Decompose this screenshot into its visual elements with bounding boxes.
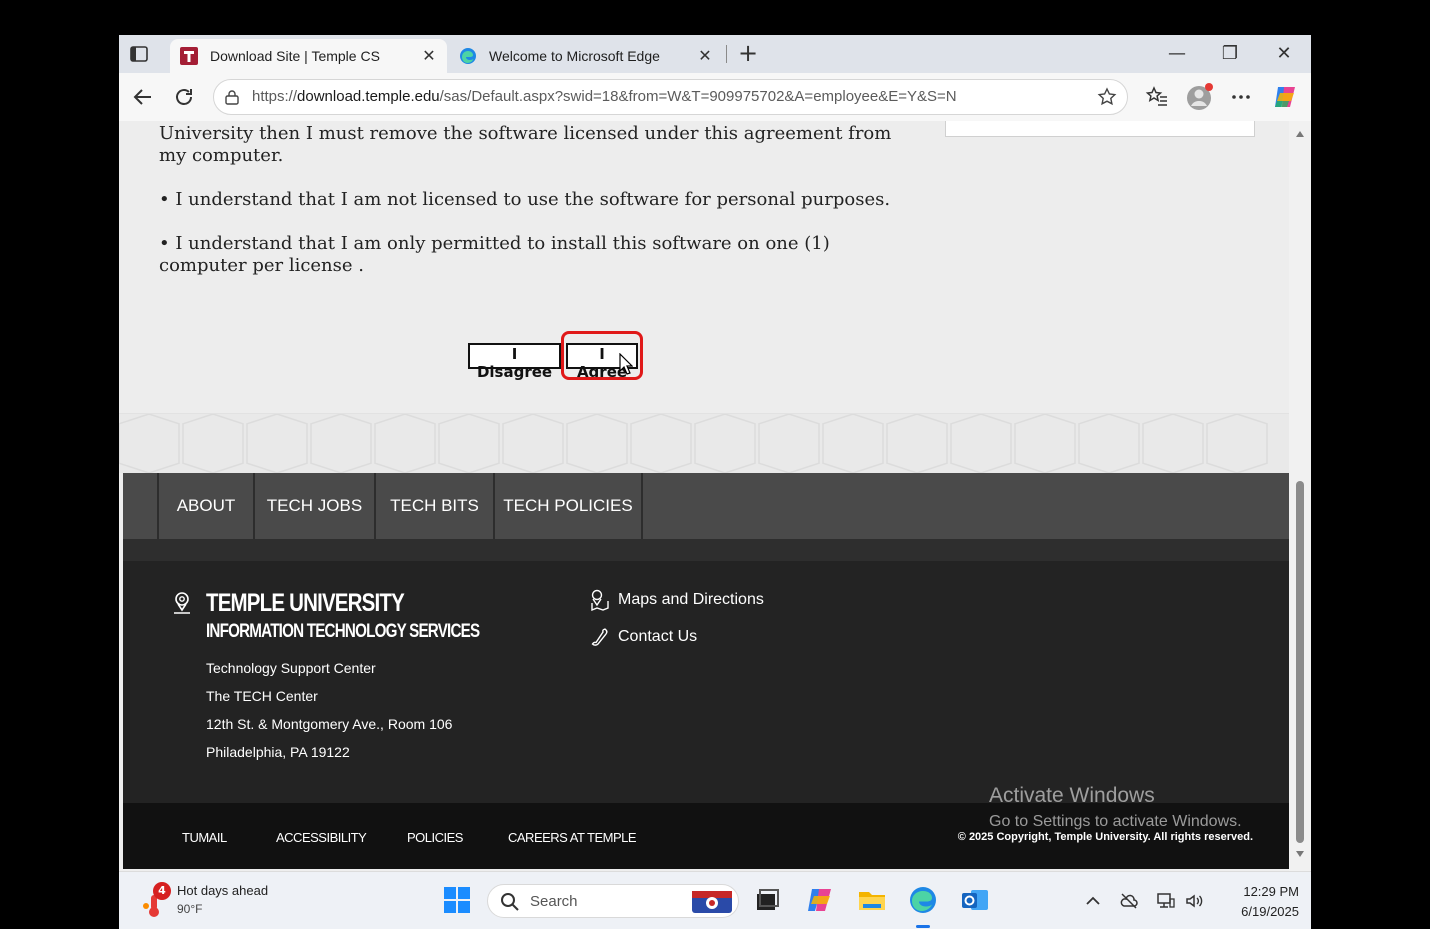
refresh-icon[interactable] <box>172 85 196 109</box>
footer-nav-tech-jobs[interactable]: TECH JOBS <box>253 473 374 539</box>
copilot-icon[interactable] <box>1271 83 1299 111</box>
location-pin-icon <box>174 592 190 614</box>
minimize-button[interactable]: — <box>1164 41 1190 67</box>
weather-title: Hot days ahead <box>177 883 269 898</box>
tab-actions-icon[interactable] <box>129 44 149 64</box>
edge-app-icon[interactable] <box>907 884 939 916</box>
weather-alert-badge: 4 <box>153 882 171 900</box>
terms-paragraph: • I understand that I am not licensed to… <box>159 189 891 210</box>
address-line: Technology Support Center <box>206 660 376 676</box>
footer-nav-about[interactable]: ABOUT <box>157 473 253 539</box>
footer-main: TEMPLE UNIVERSITY INFORMATION TECHNOLOGY… <box>123 561 1289 803</box>
show-hidden-icons-chevron-icon[interactable] <box>1083 891 1103 911</box>
windows-taskbar: 4 Hot days ahead 90°F Search 12:29 PM 6/… <box>119 871 1311 929</box>
vertical-scrollbar[interactable] <box>1289 121 1311 871</box>
tab-download-site[interactable]: Download Site | Temple CS ✕ <box>170 39 447 73</box>
hex-pattern-band <box>119 413 1289 473</box>
favorites-icon[interactable] <box>1145 85 1169 109</box>
terms-paragraph: • I understand that I am only permitted … <box>159 233 830 276</box>
search-label: Search <box>530 893 578 910</box>
address-line: 12th St. & Montgomery Ave., Room 106 <box>206 716 453 732</box>
footer-link-tumail[interactable]: TUMAIL <box>182 830 227 845</box>
footer-brand-title: TEMPLE UNIVERSITY <box>206 589 405 617</box>
disagree-button[interactable]: I Disagree <box>468 343 561 381</box>
footer-link-careers[interactable]: CAREERS AT TEMPLE <box>508 830 637 845</box>
copilot-app-icon[interactable] <box>804 884 836 916</box>
search-highlight-icon <box>692 891 732 913</box>
maps-directions-link[interactable]: Maps and Directions <box>590 589 764 611</box>
close-window-button[interactable]: ✕ <box>1271 41 1297 67</box>
active-app-indicator <box>916 925 930 928</box>
address-line: The TECH Center <box>206 688 318 704</box>
taskbar-search[interactable]: Search <box>487 884 739 918</box>
temple-favicon-icon <box>180 47 198 65</box>
lock-icon[interactable] <box>224 89 240 105</box>
tab-title: Welcome to Microsoft Edge <box>489 48 660 64</box>
restore-button[interactable]: ❐ <box>1217 41 1243 67</box>
weather-temp: 90°F <box>177 902 203 916</box>
volume-icon[interactable] <box>1184 891 1204 911</box>
tab-strip: Download Site | Temple CS ✕ Welcome to M… <box>119 35 1311 73</box>
footer-nav: ABOUT TECH JOBS TECH BITS TECH POLICIES <box>123 473 1289 539</box>
close-tab-icon[interactable]: ✕ <box>421 48 437 64</box>
copyright-text: © 2025 Copyright, Temple University. All… <box>957 831 1253 843</box>
close-tab-icon[interactable]: ✕ <box>697 48 713 64</box>
page-viewport: University then I must remove the softwa… <box>119 121 1311 871</box>
clock-date: 6/19/2025 <box>1241 904 1299 919</box>
search-icon <box>501 893 519 911</box>
tab-welcome-edge[interactable]: Welcome to Microsoft Edge ✕ <box>449 39 723 73</box>
footer-nav-tech-bits[interactable]: TECH BITS <box>374 473 493 539</box>
maps-label: Maps and Directions <box>618 591 764 608</box>
task-view-icon[interactable] <box>751 884 783 916</box>
new-tab-button[interactable]: + <box>735 41 761 67</box>
activate-windows-watermark: Activate Windows <box>989 784 1155 807</box>
page-content: University then I must remove the softwa… <box>119 121 1289 871</box>
url-text: https://download.temple.edu/sas/Default.… <box>252 88 957 105</box>
scroll-down-arrow-icon[interactable] <box>1295 849 1305 859</box>
map-icon <box>591 589 609 611</box>
onedrive-offline-icon[interactable] <box>1119 891 1139 911</box>
scrollbar-thumb[interactable] <box>1296 481 1304 843</box>
mouse-cursor-icon <box>619 353 633 375</box>
outlook-icon[interactable] <box>959 884 991 916</box>
weather-widget[interactable]: 4 Hot days ahead 90°F <box>141 882 301 922</box>
edge-favicon-icon <box>460 48 476 64</box>
tab-title: Download Site | Temple CS <box>210 48 380 64</box>
favorite-star-icon[interactable] <box>1097 87 1117 107</box>
contact-us-link[interactable]: Contact Us <box>590 627 697 647</box>
tab-separator <box>726 45 727 63</box>
profile-avatar-icon[interactable] <box>1185 82 1215 112</box>
windows-start-icon[interactable] <box>441 884 473 916</box>
browser-toolbar: https://download.temple.edu/sas/Default.… <box>119 73 1311 121</box>
network-icon[interactable] <box>1156 891 1176 911</box>
footer-nav-tech-policies[interactable]: TECH POLICIES <box>493 473 643 539</box>
file-explorer-icon[interactable] <box>856 884 888 916</box>
footer-divider <box>123 539 1289 561</box>
address-line: Philadelphia, PA 19122 <box>206 744 350 760</box>
terms-paragraph: University then I must remove the softwa… <box>159 123 892 166</box>
phone-icon <box>591 628 608 646</box>
screen: Download Site | Temple CS ✕ Welcome to M… <box>119 35 1311 929</box>
activate-windows-subtext: Go to Settings to activate Windows. <box>989 813 1242 830</box>
side-panel <box>945 121 1255 137</box>
footer-brand-subtitle: INFORMATION TECHNOLOGY SERVICES <box>206 621 480 642</box>
back-arrow-icon[interactable] <box>131 85 155 109</box>
more-options-icon[interactable] <box>1229 85 1253 109</box>
clock-time: 12:29 PM <box>1243 884 1299 899</box>
scroll-up-arrow-icon[interactable] <box>1295 129 1305 139</box>
system-clock[interactable]: 12:29 PM 6/19/2025 <box>1217 882 1299 922</box>
footer-link-accessibility[interactable]: ACCESSIBILITY <box>276 830 367 845</box>
address-bar[interactable]: https://download.temple.edu/sas/Default.… <box>213 79 1128 115</box>
contact-label: Contact Us <box>618 628 698 645</box>
footer-link-policies[interactable]: POLICIES <box>407 830 463 845</box>
